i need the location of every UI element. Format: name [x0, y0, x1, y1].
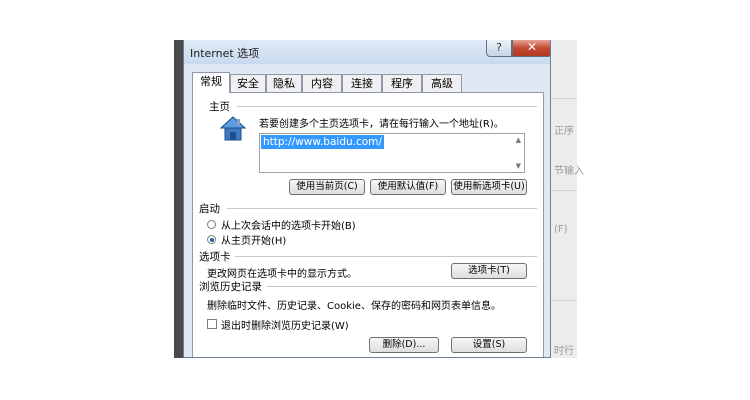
radio-start-home-page[interactable] [207, 235, 216, 244]
window-title: Internet 选项 [190, 47, 260, 60]
start-last-session-label[interactable]: 从上次会话中的选项卡开始(B) [221, 217, 356, 232]
background-divider [550, 190, 577, 191]
history-description: 删除临时文件、历史记录、Cookie、保存的密码和网页表单信息。 [207, 301, 501, 312]
section-divider [235, 256, 537, 257]
tab-advanced[interactable]: 高级 [422, 74, 462, 92]
close-icon: ✕ [526, 40, 538, 54]
background-text: 时行 [554, 346, 574, 357]
radio-start-last-session[interactable] [207, 220, 216, 229]
section-divider [237, 106, 537, 107]
tab-content[interactable]: 内容 [302, 74, 342, 92]
background-divider [550, 98, 577, 99]
section-divider [267, 286, 537, 287]
scroll-down-icon[interactable]: ▼ [516, 162, 521, 170]
scroll-up-icon[interactable]: ▲ [516, 136, 521, 144]
delete-on-exit-label[interactable]: 退出时删除浏览历史记录(W) [221, 317, 349, 332]
home-page-section-label: 主页 [209, 101, 230, 113]
use-current-button[interactable]: 使用当前页(C) [289, 179, 365, 195]
home-page-instruction: 若要创建多个主页选项卡，请在每行输入一个地址(R)。 [259, 119, 504, 130]
help-button[interactable]: ? [486, 40, 512, 57]
background-text: 节输入 [554, 166, 584, 177]
tabs-section-label: 选项卡 [199, 251, 231, 263]
delete-on-exit-checkbox[interactable] [207, 319, 217, 329]
close-button[interactable]: ✕ [512, 40, 550, 57]
home-page-url-input[interactable]: http://www.baidu.com/ ▲ ▼ [259, 133, 525, 173]
section-divider [227, 208, 537, 209]
tabs-description: 更改网页在选项卡中的显示方式。 [207, 269, 357, 280]
general-tab-panel: 主页 若要创建多个主页选项卡，请在每行输入一个地址(R)。 http://www… [192, 92, 544, 357]
tab-connections[interactable]: 连接 [342, 74, 382, 92]
history-settings-button[interactable]: 设置(S) [451, 337, 527, 353]
startup-section-label: 启动 [199, 203, 220, 215]
use-new-tab-button[interactable]: 使用新选项卡(U) [451, 179, 527, 195]
use-default-button[interactable]: 使用默认值(F) [370, 179, 446, 195]
delete-history-button[interactable]: 删除(D)... [369, 337, 439, 353]
background-text: (F) [554, 224, 568, 235]
history-section-label: 浏览历史记录 [199, 281, 262, 293]
tab-programs[interactable]: 程序 [382, 74, 422, 92]
start-home-page-label[interactable]: 从主页开始(H) [221, 232, 286, 247]
background-text: 正序 [554, 126, 574, 137]
tab-general[interactable]: 常规 [192, 72, 230, 93]
title-bar[interactable]: Internet 选项 ? ✕ [184, 40, 550, 64]
home-page-url-value: http://www.baidu.com/ [261, 135, 384, 149]
question-icon: ? [496, 41, 502, 54]
tabs-settings-button[interactable]: 选项卡(T) [451, 263, 527, 279]
background-right-strip: 正序 节输入 (F) 时行 [550, 40, 584, 358]
background-divider [550, 300, 577, 301]
tab-security[interactable]: 安全 [230, 74, 266, 92]
tab-privacy[interactable]: 隐私 [266, 74, 302, 92]
internet-options-dialog: Internet 选项 ? ✕ 常规 安全 隐私 内容 连接 程序 高级 主页 … [183, 40, 551, 358]
home-house-icon [219, 116, 247, 141]
